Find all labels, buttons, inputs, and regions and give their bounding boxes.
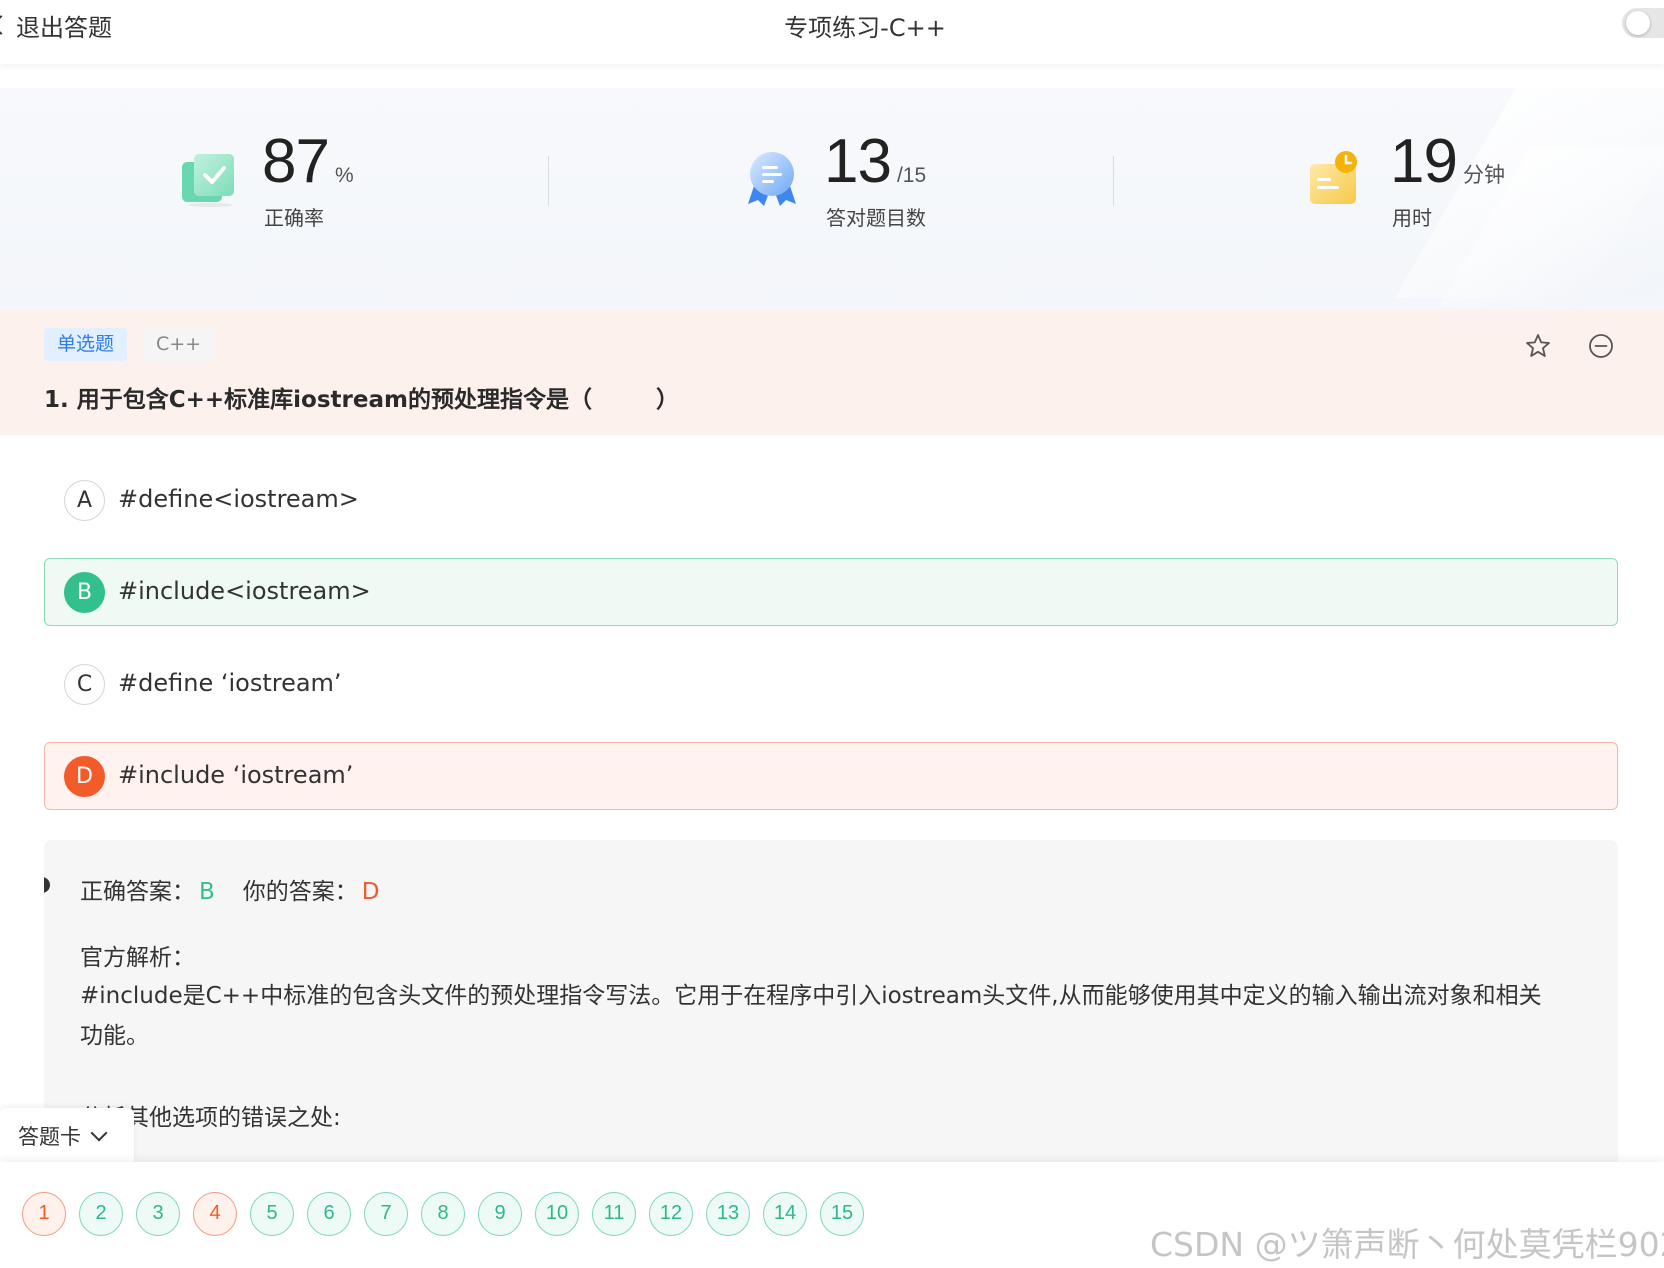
- explanation-heading: 官方解析：: [80, 945, 195, 971]
- option-a[interactable]: A #define<iostream>: [44, 466, 1618, 534]
- answer-card-item-2[interactable]: 2: [79, 1192, 123, 1236]
- option-c[interactable]: C #define ‘iostream’: [44, 650, 1618, 718]
- section-marker: [44, 877, 50, 893]
- accuracy-value: 87%: [262, 127, 354, 196]
- language-tag: C++: [143, 328, 215, 361]
- answer-card-item-15[interactable]: 15: [820, 1192, 864, 1236]
- answer-card-item-1[interactable]: 1: [22, 1192, 66, 1236]
- option-text: #define ‘iostream’: [118, 669, 342, 697]
- answer-card-item-9[interactable]: 9: [478, 1192, 522, 1236]
- question-type-tag: 单选题: [44, 328, 128, 361]
- answer-card-item-8[interactable]: 8: [421, 1192, 465, 1236]
- explanation-body: #include是C++中标准的包含头文件的预处理指令写法。它用于在程序中引入i…: [80, 983, 1542, 1049]
- answer-card-toggle[interactable]: 答题卡: [0, 1108, 134, 1164]
- your-answer-value: D: [361, 879, 380, 905]
- answer-card-label: 答题卡: [18, 1125, 81, 1149]
- option-text: #include<iostream>: [118, 577, 371, 605]
- answer-card-item-12[interactable]: 12: [649, 1192, 693, 1236]
- watermark: CSDN @ツ箫声断丶何处莫凭栏902: [1150, 1225, 1664, 1264]
- clock-note-icon: [1310, 151, 1357, 204]
- accuracy-label: 正确率: [264, 206, 324, 230]
- answer-card-item-11[interactable]: 11: [592, 1192, 636, 1236]
- answer-card-item-3[interactable]: 3: [136, 1192, 180, 1236]
- answer-card-numbers: 1 2 3 4 5 6 7 8 9 10 11 12 13 14 15: [22, 1192, 877, 1236]
- explanation-panel: 正确答案： B 你的答案： D 官方解析： #include是C++中标准的包含头文件…: [44, 840, 1618, 1180]
- correct-answer-label: 正确答案：: [80, 879, 195, 905]
- page-title: 专项练习-C++: [784, 14, 946, 42]
- answer-summary: 正确答案： B 你的答案： D: [80, 872, 380, 906]
- option-text: #include ‘iostream’: [118, 761, 354, 789]
- option-d[interactable]: D #include ‘iostream’: [44, 742, 1618, 810]
- time-label: 用时: [1392, 206, 1432, 230]
- option-b[interactable]: B #include<iostream>: [44, 558, 1618, 626]
- answer-card-item-6[interactable]: 6: [307, 1192, 351, 1236]
- divider: [548, 156, 549, 206]
- answer-card-item-14[interactable]: 14: [763, 1192, 807, 1236]
- option-letter: A: [64, 480, 105, 521]
- top-bar: 退出答题 专项练习-C++: [0, 0, 1664, 64]
- correct-count-label: 答对题目数: [826, 206, 926, 230]
- award-ribbon-icon: [748, 152, 796, 206]
- correct-answer-value: B: [199, 879, 215, 905]
- correct-count-value: 13/15: [824, 127, 927, 196]
- your-answer-label: 你的答案：: [242, 879, 358, 905]
- option-letter: D: [64, 756, 105, 797]
- toggle-knob: [1626, 11, 1650, 35]
- divider: [1113, 156, 1114, 206]
- minus-circle-icon[interactable]: [1587, 332, 1615, 360]
- option-text: #define<iostream>: [118, 485, 359, 513]
- answer-card-item-13[interactable]: 13: [706, 1192, 750, 1236]
- option-letter: C: [64, 664, 105, 705]
- question-header: 单选题 C++ 1. 用于包含C++标准库iostream的预处理指令是（ ）: [0, 310, 1664, 435]
- mode-toggle[interactable]: [1622, 8, 1664, 38]
- time-value: 19 分钟: [1390, 127, 1505, 196]
- answer-card-item-5[interactable]: 5: [250, 1192, 294, 1236]
- question-title: 1. 用于包含C++标准库iostream的预处理指令是（ ）: [44, 387, 680, 413]
- option-letter: B: [64, 572, 105, 613]
- answer-card-item-4[interactable]: 4: [193, 1192, 237, 1236]
- result-stats: 87% 正确率 13/15 答对题目数 19 分钟 用时: [0, 88, 1664, 310]
- answer-card-item-10[interactable]: 10: [535, 1192, 579, 1236]
- star-icon[interactable]: [1524, 332, 1552, 360]
- answer-card-item-7[interactable]: 7: [364, 1192, 408, 1236]
- check-card-icon: [182, 154, 234, 207]
- chevron-down-icon: [90, 1124, 108, 1142]
